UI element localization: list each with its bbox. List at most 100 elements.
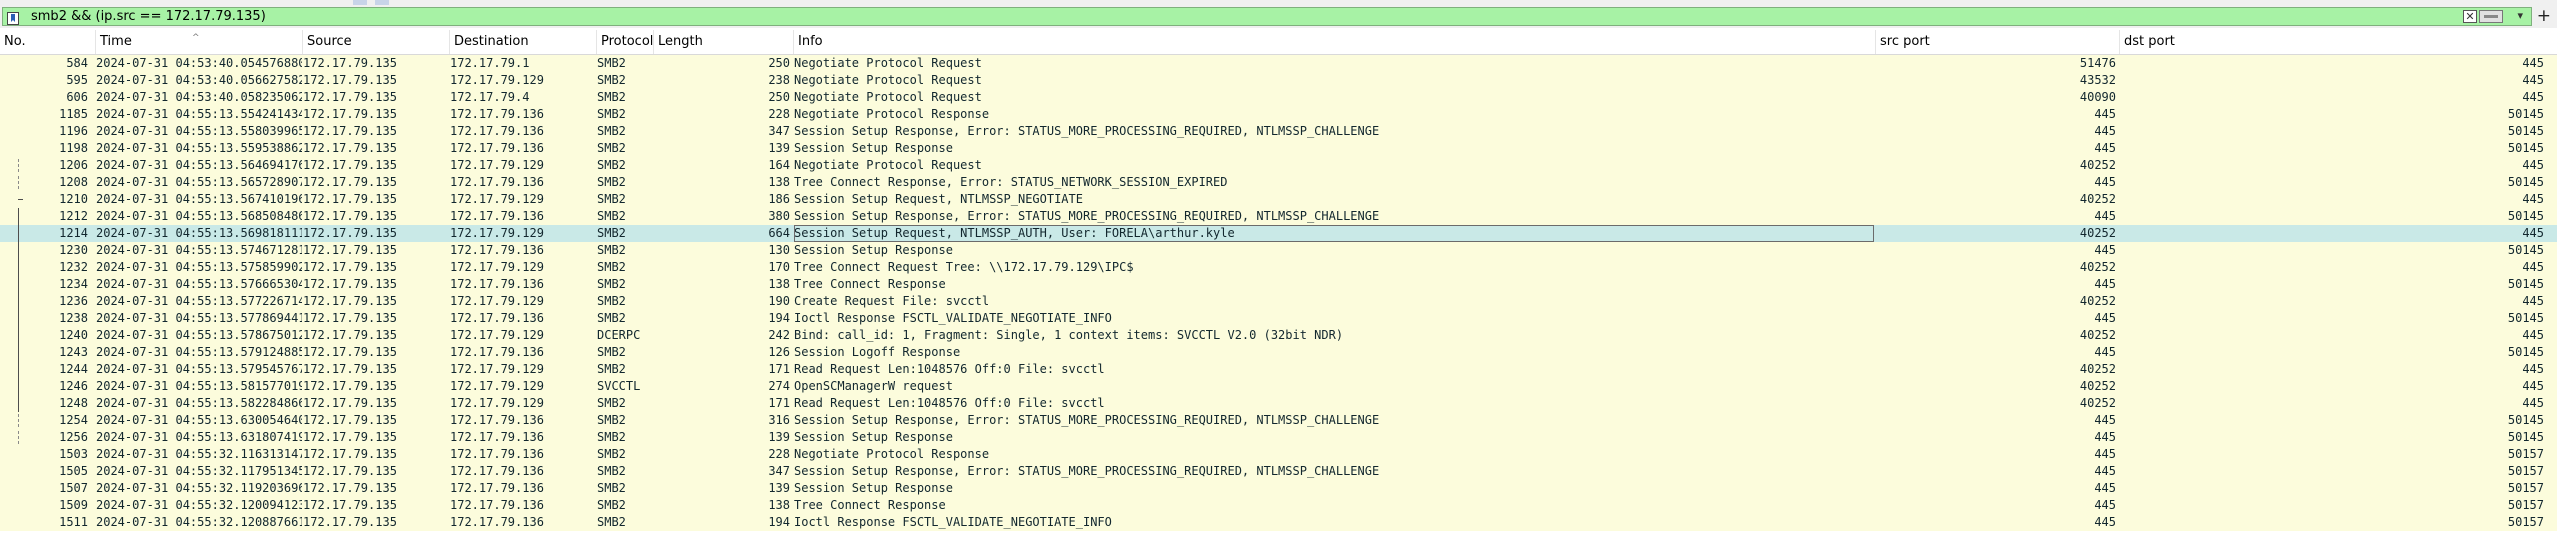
packet-source: 172.17.79.135 (303, 328, 397, 342)
packet-protocol: SMB2 (597, 413, 626, 427)
packet-row[interactable]: 595 2024-07-31 04:53:40.056627582 172.17.7… (0, 72, 2557, 89)
packet-row[interactable]: 1234 2024-07-31 04:55:13.576665304 172.17.… (0, 276, 2557, 293)
column-header-no[interactable]: No. (0, 30, 96, 54)
packet-number: 1244 (59, 362, 88, 376)
packet-dst-port: 50145 (2507, 243, 2544, 257)
packet-destination: 172.17.79.136 (450, 345, 544, 359)
packet-length: 250 (768, 56, 790, 70)
packet-info: OpenSCManagerW request (794, 379, 953, 393)
packet-row[interactable]: 1256 2024-07-31 04:55:13.631807419 172.17.… (0, 429, 2557, 446)
packet-src-port: 51476 (2079, 56, 2116, 70)
packet-row[interactable]: 1230 2024-07-31 04:55:13.574671281 172.17.… (0, 242, 2557, 259)
packet-destination: 172.17.79.129 (450, 226, 544, 240)
add-filter-button[interactable]: + (2537, 8, 2551, 25)
packet-destination: 172.17.79.129 (450, 379, 544, 393)
packet-info: Ioctl Response FSCTL_VALIDATE_NEGOTIATE_… (794, 311, 1112, 325)
packet-row[interactable]: 1208 2024-07-31 04:55:13.565728907 172.17.… (0, 174, 2557, 191)
packet-destination: 172.17.79.129 (450, 328, 544, 342)
packet-dst-port: 445 (2522, 294, 2544, 308)
packet-info: Tree Connect Response (794, 498, 946, 512)
packet-src-port: 445 (2094, 498, 2116, 512)
packet-row[interactable]: 1210 2024-07-31 04:55:13.567410196 172.17.… (0, 191, 2557, 208)
packet-row[interactable]: 1505 2024-07-31 04:55:32.117951345 172.17.… (0, 463, 2557, 480)
packet-row[interactable]: 1212 2024-07-31 04:55:13.568508486 172.17.… (0, 208, 2557, 225)
packet-row[interactable]: 1248 2024-07-31 04:55:13.582284866 172.17.… (0, 395, 2557, 412)
column-header-src-port[interactable]: src port (1876, 30, 2120, 54)
column-header-dst-port[interactable]: dst port (2120, 30, 2557, 54)
packet-info: Negotiate Protocol Request (794, 90, 982, 104)
filter-text[interactable]: smb2 && (ip.src == 172.17.79.135) (31, 8, 266, 25)
column-header-source[interactable]: Source (303, 30, 450, 54)
packet-row[interactable]: 1244 2024-07-31 04:55:13.579545767 172.17.… (0, 361, 2557, 378)
column-header-destination[interactable]: Destination (450, 30, 597, 54)
packet-length: 138 (768, 498, 790, 512)
packet-dst-port: 50145 (2507, 209, 2544, 223)
packet-row-selected[interactable]: 1214 2024-07-31 04:55:13.569818111 172.17.… (0, 225, 2557, 242)
packet-row[interactable]: 1206 2024-07-31 04:55:13.564694176 172.17.… (0, 157, 2557, 174)
apply-filter-button[interactable] (2479, 10, 2503, 23)
packet-destination: 172.17.79.136 (450, 277, 544, 291)
packet-list[interactable]: 584 2024-07-31 04:53:40.054576880 172.17.7… (0, 55, 2557, 531)
filter-history-dropdown-icon[interactable]: ▾ (2517, 9, 2523, 22)
column-header-length[interactable]: Length (654, 30, 794, 54)
packet-row[interactable]: 1196 2024-07-31 04:55:13.558039965 172.17.… (0, 123, 2557, 140)
packet-info: Bind: call_id: 1, Fragment: Single, 1 co… (794, 328, 1344, 342)
packet-number: 1208 (59, 175, 88, 189)
packet-row[interactable]: 1240 2024-07-31 04:55:13.578675012 172.17.… (0, 327, 2557, 344)
packet-info: Session Setup Response (794, 243, 953, 257)
bookmark-icon[interactable] (7, 10, 19, 25)
packet-protocol: SMB2 (597, 277, 626, 291)
packet-source: 172.17.79.135 (303, 226, 397, 240)
packet-row[interactable]: 1246 2024-07-31 04:55:13.581577019 172.17.… (0, 378, 2557, 395)
packet-destination: 172.17.79.136 (450, 311, 544, 325)
packet-destination: 172.17.79.129 (450, 362, 544, 376)
packet-dst-port: 50145 (2507, 413, 2544, 427)
display-filter-input[interactable]: smb2 && (ip.src == 172.17.79.135) ✕ ▾ (2, 7, 2532, 26)
packet-row[interactable]: 1198 2024-07-31 04:55:13.559538862 172.17.… (0, 140, 2557, 157)
packet-dst-port: 445 (2522, 90, 2544, 104)
column-header-time[interactable]: Time ^ (96, 30, 303, 54)
packet-length: 194 (768, 311, 790, 325)
packet-row[interactable]: 584 2024-07-31 04:53:40.054576880 172.17.7… (0, 55, 2557, 72)
packet-protocol: SMB2 (597, 515, 626, 529)
packet-length: 664 (768, 226, 790, 240)
packet-src-port: 43532 (2079, 73, 2116, 87)
packet-src-port: 40252 (2079, 294, 2116, 308)
packet-row[interactable]: 1503 2024-07-31 04:55:32.116313147 172.17.… (0, 446, 2557, 463)
packet-row[interactable]: 1511 2024-07-31 04:55:32.120887661 172.17.… (0, 514, 2557, 531)
packet-length: 228 (768, 447, 790, 461)
packet-source: 172.17.79.135 (303, 277, 397, 291)
packet-protocol: SMB2 (597, 498, 626, 512)
packet-length: 274 (768, 379, 790, 393)
packet-row[interactable]: 1507 2024-07-31 04:55:32.119203696 172.17.… (0, 480, 2557, 497)
packet-length: 139 (768, 430, 790, 444)
packet-source: 172.17.79.135 (303, 90, 397, 104)
packet-destination: 172.17.79.136 (450, 124, 544, 138)
column-header-info[interactable]: Info (794, 30, 1876, 54)
toolbar-tab[interactable] (353, 0, 367, 5)
clear-filter-icon[interactable]: ✕ (2463, 10, 2477, 23)
column-header-protocol[interactable]: Protocol (597, 30, 654, 54)
packet-row[interactable]: 1254 2024-07-31 04:55:13.630054640 172.17.… (0, 412, 2557, 429)
packet-number: 1248 (59, 396, 88, 410)
packet-time: 2024-07-31 04:55:13.574671281 (96, 243, 302, 257)
packet-row[interactable]: 1238 2024-07-31 04:55:13.577869441 172.17.… (0, 310, 2557, 327)
packet-protocol: SMB2 (597, 243, 626, 257)
packet-dst-port: 50145 (2507, 311, 2544, 325)
packet-time: 2024-07-31 04:55:13.577869441 (96, 311, 302, 325)
packet-source: 172.17.79.135 (303, 345, 397, 359)
packet-row[interactable]: 1236 2024-07-31 04:55:13.577226714 172.17.… (0, 293, 2557, 310)
toolbar-tab[interactable] (375, 0, 389, 5)
packet-dst-port: 50145 (2507, 107, 2544, 121)
packet-info: Tree Connect Request Tree: \\172.17.79.1… (794, 260, 1134, 274)
packet-length: 347 (768, 464, 790, 478)
packet-row[interactable]: 1185 2024-07-31 04:55:13.554241434 172.17.… (0, 106, 2557, 123)
packet-row[interactable]: 1243 2024-07-31 04:55:13.579124885 172.17.… (0, 344, 2557, 361)
packet-row[interactable]: 1509 2024-07-31 04:55:32.120094123 172.17.… (0, 497, 2557, 514)
packet-row[interactable]: 1232 2024-07-31 04:55:13.575859902 172.17.… (0, 259, 2557, 276)
packet-info: Tree Connect Response (794, 277, 946, 291)
packet-row[interactable]: 606 2024-07-31 04:53:40.058235062 172.17.7… (0, 89, 2557, 106)
packet-dst-port: 50157 (2507, 447, 2544, 461)
packet-source: 172.17.79.135 (303, 158, 397, 172)
packet-time: 2024-07-31 04:55:13.579124885 (96, 345, 302, 359)
